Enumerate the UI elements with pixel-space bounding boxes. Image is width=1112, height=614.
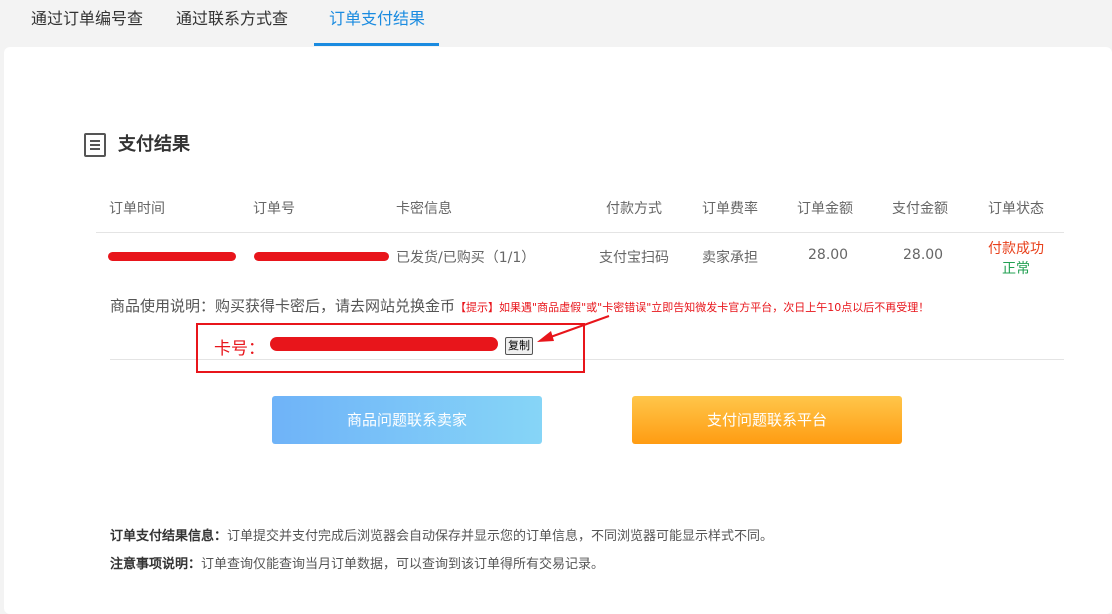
active-tab-indicator bbox=[314, 43, 439, 46]
section-title: 支付结果 bbox=[118, 134, 190, 155]
note-order-result-info: 订单支付结果信息：订单提交并支付完成后浏览器会自动保存并显示您的订单信息，不同浏… bbox=[110, 525, 773, 544]
col-paid-amount: 支付金额 bbox=[892, 201, 948, 217]
redacted-order-time bbox=[108, 252, 236, 261]
col-card-info: 卡密信息 bbox=[396, 201, 452, 217]
red-arrow-icon bbox=[537, 315, 610, 342]
note-precautions: 注意事项说明：订单查询仅能查询当月订单数据，可以查询到该订单得所有交易记录。 bbox=[110, 553, 604, 572]
col-pay-method: 付款方式 bbox=[606, 201, 662, 217]
usage-tip: 【提示】如果遇"商品虚假"或"卡密错误"立即告知微发卡官方平台，次日上午10点以… bbox=[455, 301, 930, 314]
order-amount-cell: 28.00 bbox=[808, 247, 849, 263]
note-info-text: 订单提交并支付完成后浏览器会自动保存并显示您的订单信息，不同浏览器可能显示样式不… bbox=[227, 529, 774, 544]
tab-query-by-contact[interactable]: 通过联系方式查 bbox=[176, 0, 288, 46]
usage-instructions: 商品使用说明：购买获得卡密后，请去网站兑换金币【提示】如果遇"商品虚假"或"卡密… bbox=[110, 295, 929, 316]
col-order-amount: 订单金额 bbox=[797, 201, 853, 217]
card-number-label: 卡号： bbox=[214, 339, 265, 359]
col-order-number: 订单号 bbox=[253, 201, 295, 217]
col-fee: 订单费率 bbox=[702, 201, 758, 217]
status-pay-success: 付款成功 bbox=[988, 241, 1044, 257]
tab-bar: 通过订单编号查 通过联系方式查 订单支付结果 bbox=[0, 0, 1112, 46]
usage-text: 商品使用说明：购买获得卡密后，请去网站兑换金币 bbox=[110, 297, 456, 315]
document-icon bbox=[84, 133, 106, 157]
status-normal: 正常 bbox=[1002, 261, 1030, 277]
note-notice-label: 注意事项说明： bbox=[110, 557, 202, 572]
col-order-time: 订单时间 bbox=[109, 201, 165, 217]
tab-payment-result[interactable]: 订单支付结果 bbox=[329, 0, 425, 46]
redacted-card-number bbox=[270, 337, 498, 351]
col-order-status: 订单状态 bbox=[988, 201, 1044, 217]
redacted-order-number bbox=[254, 252, 389, 261]
tab-query-by-order-number[interactable]: 通过订单编号查 bbox=[31, 0, 143, 46]
table-divider bbox=[96, 232, 1064, 233]
contact-platform-button[interactable]: 支付问题联系平台 bbox=[632, 396, 902, 444]
fee-cell: 卖家承担 bbox=[702, 250, 758, 266]
pay-method-cell: 支付宝扫码 bbox=[599, 250, 669, 266]
contact-seller-button[interactable]: 商品问题联系卖家 bbox=[272, 396, 542, 444]
copy-button[interactable]: 复制 bbox=[505, 337, 533, 355]
note-notice-text: 订单查询仅能查询当月订单数据，可以查询到该订单得所有交易记录。 bbox=[201, 557, 605, 572]
note-info-label: 订单支付结果信息： bbox=[110, 529, 228, 544]
card-info-cell: 已发货/已购买（1/1） bbox=[396, 250, 536, 266]
paid-amount-cell: 28.00 bbox=[903, 247, 944, 263]
